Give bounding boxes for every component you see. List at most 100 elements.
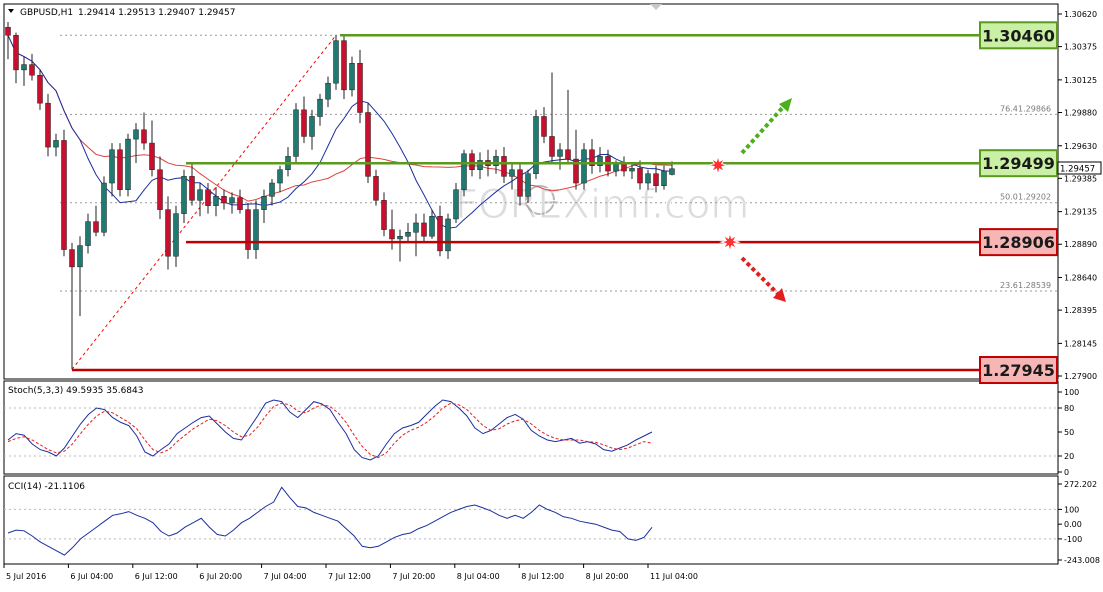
level-box-value: 1.30460	[982, 26, 1055, 45]
breakout-burst-icon	[707, 154, 729, 177]
candle-body	[509, 169, 515, 177]
candle-body	[21, 64, 27, 71]
candle-body	[181, 176, 187, 214]
candle-body	[173, 213, 179, 257]
candle-body	[557, 149, 563, 157]
price-tick-label: 1.27900	[1064, 372, 1097, 381]
price-tick-label: 1.30620	[1064, 10, 1097, 19]
candle-body	[53, 140, 59, 148]
candle-body	[245, 209, 251, 250]
candle-body	[93, 221, 99, 233]
price-tick-label: 1.28640	[1064, 274, 1097, 283]
candle-body	[13, 35, 19, 71]
candle-body	[149, 142, 155, 170]
candle-body	[389, 229, 395, 240]
current-price-text: 1.29457	[1060, 165, 1095, 175]
candle-body	[69, 249, 75, 268]
candle	[341, 35, 347, 100]
price-tick-label: 1.29880	[1064, 108, 1097, 117]
stochastic-tick-label: 0	[1064, 468, 1069, 477]
candle-body	[213, 196, 219, 206]
candle-body	[421, 222, 427, 237]
time-tick-label: 8 Jul 12:00	[521, 572, 564, 581]
candle-body	[565, 149, 571, 160]
candle-body	[413, 222, 419, 233]
candle-body	[365, 112, 371, 177]
candle	[117, 143, 123, 197]
candle-body	[45, 102, 51, 148]
candle-body	[165, 209, 171, 257]
time-tick-label: 8 Jul 20:00	[586, 572, 629, 581]
price-tick-label: 1.28145	[1064, 339, 1097, 348]
candle-body	[429, 216, 435, 237]
candle-body	[197, 189, 203, 201]
candle-body	[61, 140, 67, 250]
candle-body	[357, 62, 363, 113]
price-tick-label: 1.29385	[1064, 174, 1097, 183]
stochastic-tick-label: 50	[1064, 428, 1074, 437]
support-1-box: 1.28906	[979, 228, 1058, 257]
candle-body	[301, 109, 307, 137]
time-tick-label: 5 Jul 2016	[6, 572, 46, 581]
candle	[293, 103, 299, 164]
candle-body	[101, 182, 107, 233]
breakdown-burst-icon	[719, 231, 741, 253]
candle-body	[645, 173, 651, 184]
fibonacci-ratio-label: 23.6	[1000, 281, 1018, 290]
candle-body	[669, 168, 675, 175]
cci-label: CCI(14) -21.1106	[8, 482, 85, 492]
candle-body	[549, 136, 555, 157]
price-tick-label: 1.29135	[1064, 208, 1097, 217]
cci-tick-label: 100	[1064, 505, 1079, 514]
fibonacci-ratio-label: 76.4	[1000, 104, 1018, 113]
candle-body	[157, 169, 163, 210]
cci-tick-label: 0.00	[1064, 520, 1082, 529]
candle-body	[373, 176, 379, 201]
candle-body	[205, 189, 211, 206]
fibonacci-price-label: 1.28539	[1018, 281, 1051, 290]
cci-pane[interactable]	[3, 475, 1059, 565]
candle-body	[581, 149, 587, 184]
time-tick-label: 7 Jul 12:00	[328, 572, 371, 581]
candle-body	[133, 129, 139, 140]
candle-body	[333, 40, 339, 84]
price-tick-label: 1.30375	[1064, 43, 1097, 52]
pivot-box: 1.29499	[979, 149, 1058, 178]
fibonacci-price-label: 1.29866	[1018, 104, 1051, 113]
candle-body	[261, 196, 267, 210]
candle-body	[77, 245, 83, 268]
candle-body	[661, 170, 667, 186]
candle-body	[501, 156, 507, 177]
candle-body	[29, 64, 35, 76]
chart-canvas: 76.4 1.2986650.0 1.2920223.6 1.28539 FOREXi…	[0, 0, 1103, 588]
support-2-box: 1.27945	[979, 356, 1058, 385]
stochastic-tick-label: 80	[1064, 404, 1074, 413]
candle-body	[437, 216, 443, 252]
stochastic-pane[interactable]	[3, 380, 1059, 475]
candle-body	[477, 160, 483, 170]
candle-body	[349, 62, 355, 91]
candle-body	[525, 173, 531, 197]
chart-window: 76.4 1.29866 50.0 1.29202 23.6 1.28539 FOREXi…	[0, 0, 1103, 588]
candle-body	[117, 149, 123, 190]
time-tick-label: 6 Jul 04:00	[70, 572, 113, 581]
time-tick-label: 6 Jul 20:00	[199, 572, 242, 581]
candle	[101, 176, 107, 237]
fibonacci-price-label: 1.29202	[1018, 193, 1051, 202]
candle-body	[517, 169, 523, 197]
time-tick-label: 6 Jul 12:00	[135, 572, 178, 581]
candle-body	[461, 153, 467, 190]
price-tick-label: 1.28890	[1064, 240, 1097, 249]
price-tick-label: 1.28395	[1064, 306, 1097, 315]
time-tick-label: 7 Jul 20:00	[392, 572, 435, 581]
candle-body	[653, 173, 659, 186]
candle-body	[453, 189, 459, 220]
symbol-label: GBPUSD,H1	[20, 8, 73, 18]
candle-body	[469, 153, 475, 170]
stochastic-tick-label: 100	[1064, 388, 1079, 397]
candle-body	[229, 197, 235, 204]
candle-body	[253, 209, 259, 250]
candle	[581, 143, 587, 190]
candle-body	[85, 221, 91, 246]
candle	[533, 109, 539, 180]
